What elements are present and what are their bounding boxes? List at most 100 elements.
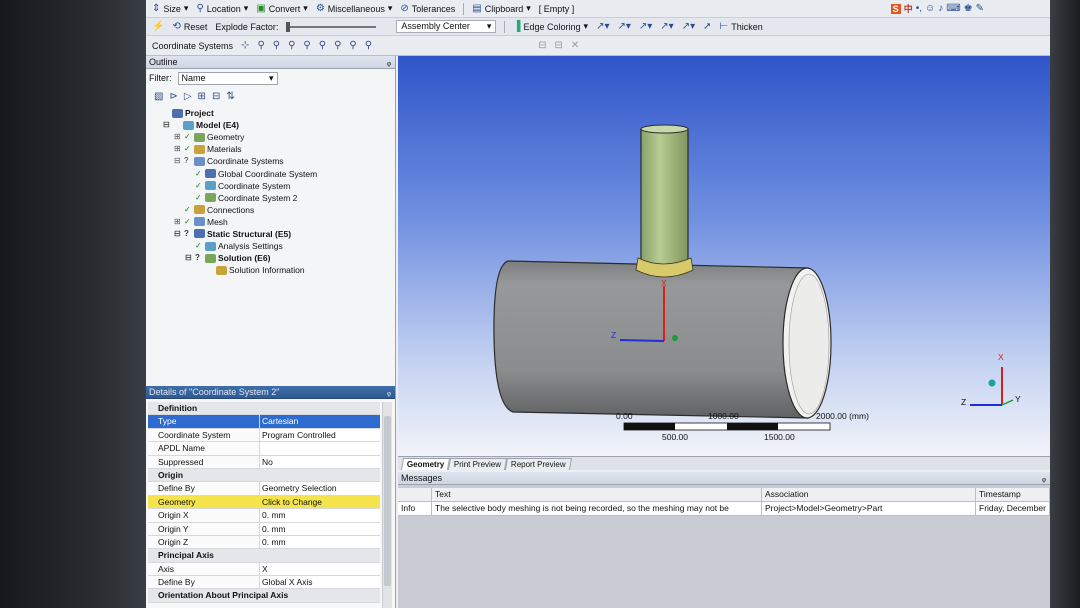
collapse-icon[interactable]: ⊟ [174,155,182,167]
collapse-all-icon[interactable]: ⊟ [212,91,220,102]
details-value[interactable]: 0. mm [260,522,380,535]
location-menu[interactable]: ⚲ Location ▾ [196,3,248,14]
details-scrollbar[interactable] [382,402,392,608]
details-row[interactable]: Geometry Click to Change [148,495,380,510]
cs-translate-icon[interactable]: ⚲ [273,40,280,51]
tree-tool-icon-2[interactable]: ⊳ [169,91,177,102]
cs-origin-icon[interactable]: ⚲ [257,40,264,51]
col-header-timestamp[interactable]: Timestamp [976,488,1050,502]
miscellaneous-menu[interactable]: ⚙ Miscellaneous ▾ [316,3,393,14]
details-value[interactable]: X [260,562,380,576]
details-row[interactable]: Axis X [148,562,380,577]
explode-factor-slider[interactable] [286,21,377,32]
details-row[interactable]: Coordinate System Program Controlled [148,428,380,443]
details-value[interactable]: Program Controlled [260,428,380,442]
convert-menu[interactable]: ▣ Convert ▾ [256,3,308,14]
message-row[interactable]: Info The selective body meshing is not b… [398,502,1050,516]
explode-icon[interactable]: ⚡ [152,21,164,32]
tree-node[interactable]: ⊞ ✓ Geometry [146,131,395,143]
branch-pipe[interactable] [640,128,689,273]
expand-icon[interactable]: ⊞ [174,131,182,143]
details-section-header[interactable]: Definition [148,402,380,416]
tab-report-preview[interactable]: Report Preview [505,458,573,470]
thicken-button[interactable]: ⊢ Thicken [719,21,762,32]
edge-style-icon-1[interactable]: ↗▾ [596,21,609,32]
details-row[interactable]: Define By Global X Axis [148,576,380,590]
cs-delete-icon[interactable]: ⚲ [349,40,356,51]
tree-node[interactable]: ⊟? Static Structural (E5) [146,228,395,240]
details-value[interactable]: Global X Axis [260,576,380,589]
tree-node[interactable]: ⊞ ✓ Mesh [146,216,395,228]
cs-align-icon[interactable]: ⚲ [365,40,372,51]
scrollbar-thumb[interactable] [384,416,391,586]
tolerances-menu[interactable]: ⊘ Tolerances [400,3,455,14]
reset-button[interactable]: ⟲ Reset [172,21,207,32]
details-value[interactable]: Click to Change [260,495,380,509]
details-row[interactable]: Origin X 0. mm [148,509,380,523]
details-row[interactable]: Define By Geometry Selection [148,482,380,496]
details-value[interactable] [260,442,380,455]
details-section-header[interactable]: Principal Axis [148,549,380,563]
size-menu[interactable]: ⇕ Size ▾ [152,3,188,14]
geometry-view[interactable] [398,56,1050,456]
edge-style-icon-5[interactable]: ↗▾ [682,21,695,32]
details-row[interactable]: Origin Y 0. mm [148,522,380,536]
pin-icon[interactable]: ᵩ [387,56,391,69]
details-row[interactable]: Suppressed No [148,455,380,469]
cs-disabled-icon-1[interactable]: ⊟ [538,40,546,51]
cs-flip-icon[interactable]: ⚲ [334,40,341,51]
pin-icon[interactable]: ᵩ [1042,472,1046,485]
pin-icon[interactable]: ᵩ [387,386,391,399]
tree-node[interactable]: ✓ Connections [146,204,395,216]
slider-knob[interactable] [286,21,291,32]
expand-all-icon[interactable]: ⊞ [198,91,206,102]
filter-select[interactable]: Name ▾ [177,71,278,85]
expand-icon[interactable]: ⊞ [174,216,182,228]
tree-node[interactable]: ✓ Coordinate System [146,180,395,192]
details-value[interactable]: No [260,455,380,468]
tree-node[interactable]: ⊟? Coordinate Systems [146,155,395,167]
cs-rotate-x-icon[interactable]: ⚲ [288,40,295,51]
tab-geometry[interactable]: Geometry [400,458,451,470]
cs-rotate-y-icon[interactable]: ⚲ [303,40,310,51]
details-row[interactable]: APDL Name [148,442,380,456]
graphics-viewport[interactable]: 0.00 1000.00 2000.00 (mm) 500.00 1500.00… [398,56,1050,456]
tree-tool-icon-3[interactable]: ▷ [184,91,192,102]
clipboard-menu[interactable]: ▤ Clipboard ▾ [472,3,531,14]
details-value[interactable]: Cartesian [260,415,380,428]
tab-print-preview[interactable]: Print Preview [448,458,508,470]
details-section-header[interactable]: Orientation About Principal Axis [148,589,380,603]
tree-tool-icon-1[interactable]: ▧ [154,91,163,102]
col-header-type[interactable] [398,488,432,502]
details-value[interactable]: 0. mm [260,509,380,522]
tree-node[interactable]: Solution Information [146,264,395,276]
col-header-association[interactable]: Association [762,488,976,502]
tree-node[interactable]: ✓ Global Coordinate System [146,167,395,179]
edge-direction-icon[interactable]: ➚ [703,21,711,32]
details-value[interactable]: 0. mm [260,535,380,549]
details-row[interactable]: Origin Z 0. mm [148,535,380,550]
tree-node[interactable]: ✓ Coordinate System 2 [146,192,395,204]
cs-rotate-z-icon[interactable]: ⚲ [319,40,326,51]
cs-create-icon[interactable]: ⊹ [241,40,249,51]
tree-tool-icon-6[interactable]: ⇅ [226,91,234,102]
collapse-icon[interactable]: ⊟ [163,119,171,131]
edge-style-icon-3[interactable]: ↗▾ [639,21,652,32]
details-section-header[interactable]: Origin [148,468,380,483]
main-pipe[interactable] [493,260,809,419]
assembly-center-select[interactable]: Assembly Center ▾ [396,20,497,33]
collapse-icon[interactable]: ⊟ [185,252,193,264]
ime-toolbar[interactable]: S 中 •, ☺ ♪ ⌨ ♚ ✎ [890,2,984,15]
collapse-icon[interactable]: ⊟ [174,228,182,240]
cs-close-icon[interactable]: ✕ [571,40,579,51]
tree-node[interactable]: ✓ Analysis Settings [146,240,395,252]
tree-node[interactable]: Project [146,107,395,119]
edge-coloring-menu[interactable]: ▐ Edge Coloring ▾ [513,21,588,32]
tree-node[interactable]: ⊟? Solution (E6) [146,252,395,264]
tree-node[interactable]: ⊞ ✓ Materials [146,143,395,155]
tree-node[interactable]: ⊟ Model (E4) [146,119,395,131]
edge-style-icon-4[interactable]: ↗▾ [660,21,673,32]
cs-disabled-icon-2[interactable]: ⊟ [554,40,562,51]
col-header-text[interactable]: Text [432,488,762,502]
details-row[interactable]: Type Cartesian [148,415,380,429]
